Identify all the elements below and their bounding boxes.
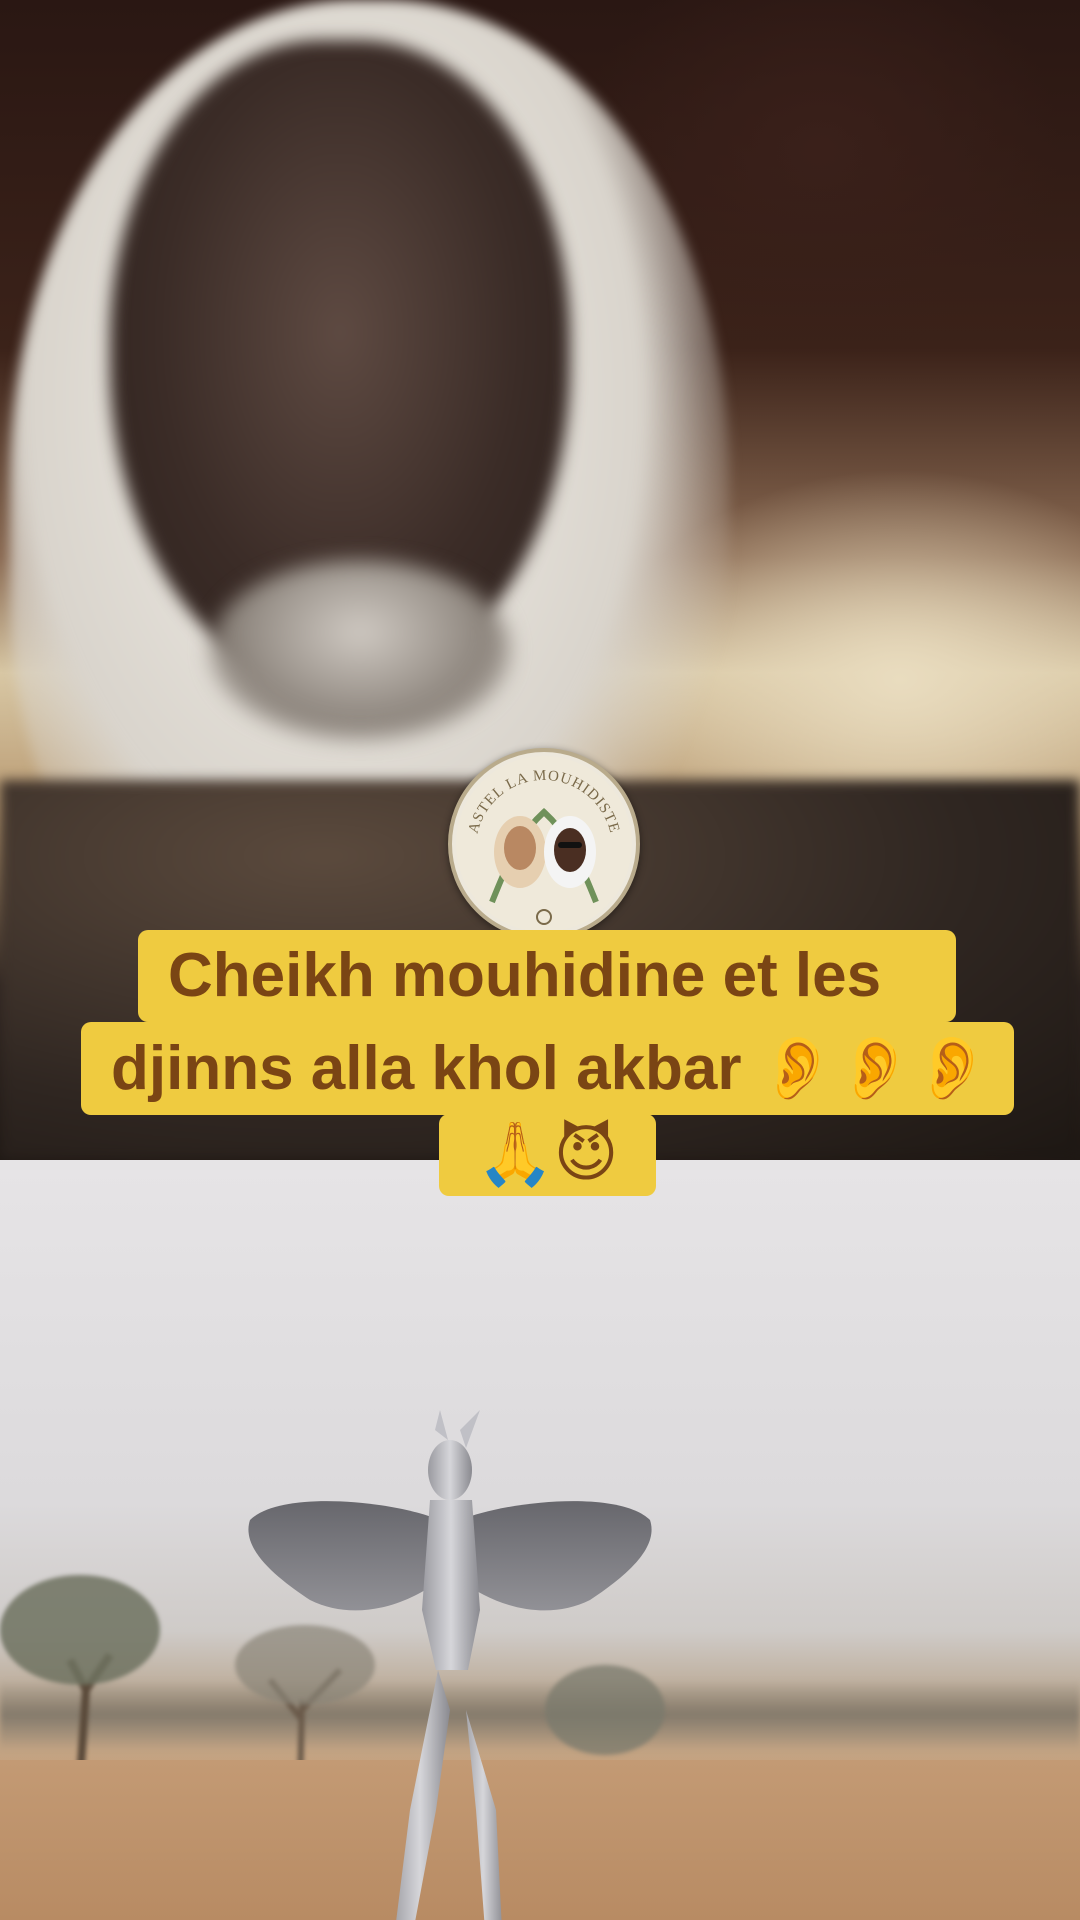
- winged-creature-figure: [248, 1410, 652, 1920]
- acacia-tree-left: [0, 1575, 160, 1780]
- avatar-ring-label: ASTEL LA MOUHIDISTE: [466, 768, 623, 835]
- caption-line-1: Cheikh mouhidine et les: [138, 930, 956, 1022]
- caption-line-2-text: djinns alla khol akbar: [111, 1034, 742, 1103]
- ear-emoji-group: 👂👂👂: [758, 1031, 991, 1104]
- pray-devil-emoji-group: 🙏😈: [476, 1117, 619, 1190]
- svg-text:ASTEL LA MOUHIDISTE: ASTEL LA MOUHIDISTE: [466, 768, 623, 835]
- white-beard: [210, 560, 510, 740]
- creator-avatar[interactable]: ASTEL LA MOUHIDISTE: [448, 748, 640, 940]
- caption-line-2: djinns alla khol akbar 👂👂👂: [81, 1022, 1014, 1115]
- caption-line-3: 🙏😈: [439, 1114, 656, 1196]
- avatar-text: ASTEL LA MOUHIDISTE: [466, 768, 622, 835]
- bottom-video-frame: [0, 1160, 1080, 1920]
